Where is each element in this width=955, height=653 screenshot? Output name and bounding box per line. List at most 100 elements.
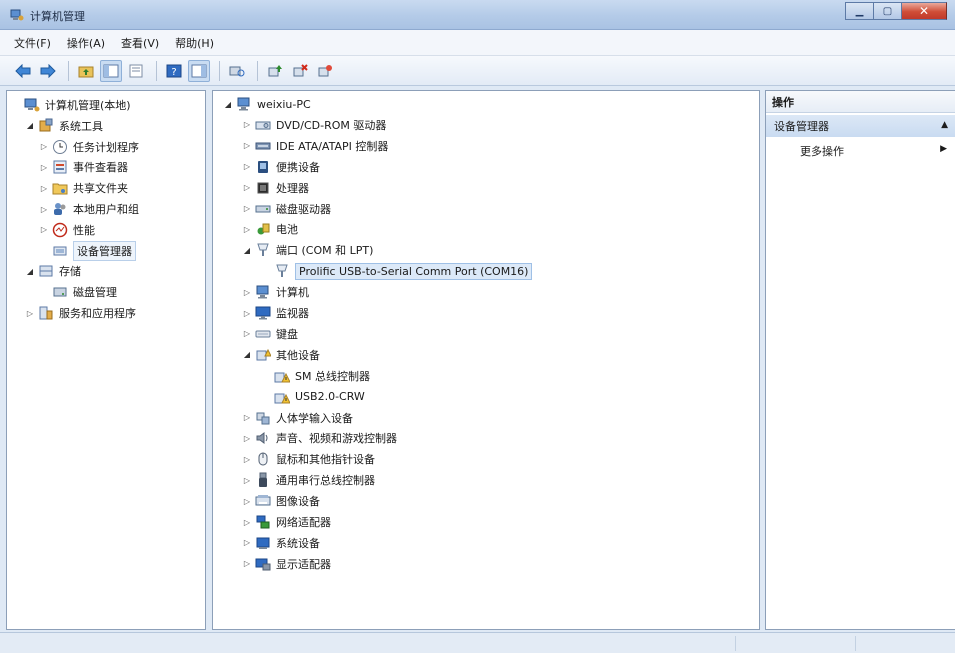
toolbar-separator: [219, 60, 220, 81]
expanded-arrow-icon[interactable]: ◢: [25, 121, 35, 130]
close-button[interactable]: ✕: [901, 2, 947, 20]
monitor-icon: [255, 305, 271, 321]
collapsed-arrow-icon[interactable]: ▷: [25, 309, 35, 318]
device-tree-item[interactable]: ▷ 显示适配器: [242, 554, 331, 574]
warning-device-icon: [274, 368, 290, 384]
console-tree-label: 事件查看器: [73, 161, 128, 175]
svg-text:?: ?: [171, 67, 176, 78]
collapsed-arrow-icon[interactable]: ▷: [242, 413, 252, 422]
collapsed-arrow-icon[interactable]: ▷: [39, 225, 49, 234]
collapse-caret-icon[interactable]: ▲: [941, 120, 948, 130]
console-tree-item[interactable]: 磁盘管理: [39, 282, 117, 302]
menu-action[interactable]: 操作(A): [67, 35, 105, 51]
console-tree-item[interactable]: 计算机管理(本地): [11, 95, 131, 115]
device-tree-item[interactable]: ▷ 电池: [242, 219, 298, 239]
device-tree-item[interactable]: ▷ 系统设备: [242, 533, 320, 553]
console-tree-item[interactable]: 设备管理器: [39, 240, 136, 261]
collapsed-arrow-icon[interactable]: ▷: [39, 163, 49, 172]
device-tree-item[interactable]: USB2.0-CRW: [261, 387, 365, 407]
console-tree-item[interactable]: ▷ 任务计划程序: [39, 137, 139, 157]
console-view-icon[interactable]: [188, 59, 210, 82]
collapsed-arrow-icon[interactable]: ▷: [242, 518, 252, 527]
computer-mgmt-icon: [24, 97, 40, 113]
console-tree-item[interactable]: ▷ 本地用户和组: [39, 199, 139, 219]
device-tree-item[interactable]: SM 总线控制器: [261, 366, 370, 386]
forward-icon[interactable]: [37, 60, 59, 82]
device-tree-item[interactable]: ▷ 通用串行总线控制器: [242, 470, 375, 490]
collapsed-arrow-icon[interactable]: ▷: [242, 288, 252, 297]
device-tree-item[interactable]: Prolific USB-to-Serial Comm Port (COM16): [261, 261, 533, 281]
actions-section-device-manager[interactable]: 设备管理器 ▲: [766, 115, 955, 137]
device-tree-item[interactable]: ▷ 计算机: [242, 282, 309, 302]
console-tree-item[interactable]: ▷ 服务和应用程序: [25, 303, 136, 323]
storage-icon: [38, 263, 54, 279]
device-tree-item[interactable]: ▷ 鼠标和其他指针设备: [242, 449, 375, 469]
console-tree-label: 存储: [59, 265, 81, 279]
collapsed-arrow-icon[interactable]: ▷: [242, 162, 252, 171]
console-tree-item[interactable]: ◢ 系统工具: [25, 116, 103, 136]
device-tree-item[interactable]: ▷ 监视器: [242, 303, 309, 323]
device-tree-item[interactable]: ◢ 其他设备: [242, 345, 320, 365]
expanded-arrow-icon[interactable]: ◢: [25, 267, 35, 276]
console-tree-item[interactable]: ▷ 事件查看器: [39, 157, 128, 177]
device-tree-item[interactable]: ▷ 磁盘驱动器: [242, 199, 331, 219]
submenu-arrow-icon[interactable]: ▶: [940, 144, 947, 154]
back-icon[interactable]: [12, 60, 34, 82]
device-tree-item[interactable]: ▷ 人体学输入设备: [242, 408, 353, 428]
collapsed-arrow-icon[interactable]: ▷: [242, 225, 252, 234]
device-tree-item[interactable]: ◢ 端口 (COM 和 LPT): [242, 240, 373, 260]
scan-hardware-icon[interactable]: [226, 60, 248, 82]
menu-help[interactable]: 帮助(H): [175, 35, 214, 51]
device-tree-item[interactable]: ▷ 便携设备: [242, 157, 320, 177]
users-icon: [52, 201, 68, 217]
collapsed-arrow-icon[interactable]: ▷: [39, 205, 49, 214]
device-tree-item[interactable]: ▷ 处理器: [242, 178, 309, 198]
device-tree-item[interactable]: ◢ weixiu-PC: [223, 94, 311, 114]
device-tree-item[interactable]: ▷ IDE ATA/ATAPI 控制器: [242, 136, 388, 156]
collapsed-arrow-icon[interactable]: ▷: [242, 141, 252, 150]
collapsed-arrow-icon[interactable]: ▷: [242, 476, 252, 485]
collapsed-arrow-icon[interactable]: ▷: [242, 120, 252, 129]
device-tree-label: 处理器: [276, 181, 309, 195]
console-tree-item[interactable]: ▷ 性能: [39, 220, 95, 240]
device-tree-item[interactable]: ▷ 图像设备: [242, 491, 320, 511]
collapsed-arrow-icon[interactable]: ▷: [39, 184, 49, 193]
show-hide-tree-icon[interactable]: [100, 59, 122, 82]
disable-icon[interactable]: [314, 60, 336, 82]
collapsed-arrow-icon[interactable]: ▷: [242, 559, 252, 568]
collapsed-arrow-icon[interactable]: ▷: [242, 183, 252, 192]
menu-view[interactable]: 查看(V): [121, 35, 159, 51]
collapsed-arrow-icon[interactable]: ▷: [242, 434, 252, 443]
expanded-arrow-icon[interactable]: ◢: [242, 350, 252, 359]
toolbar-separator: [257, 60, 258, 81]
collapsed-arrow-icon[interactable]: ▷: [242, 538, 252, 547]
status-segment: [855, 636, 955, 651]
display-adapter-icon: [255, 556, 271, 572]
device-tree-item[interactable]: ▷ 键盘: [242, 324, 298, 344]
collapsed-arrow-icon[interactable]: ▷: [242, 497, 252, 506]
collapsed-arrow-icon[interactable]: ▷: [39, 142, 49, 151]
console-tree-item[interactable]: ◢ 存储: [25, 261, 81, 281]
minimize-button[interactable]: ▁: [845, 2, 873, 20]
expanded-arrow-icon[interactable]: ◢: [242, 246, 252, 255]
console-tree-item[interactable]: ▷ 共享文件夹: [39, 178, 128, 198]
device-tree-label: 监视器: [276, 307, 309, 320]
console-tree-label: 性能: [73, 223, 95, 237]
battery-icon: [255, 221, 271, 237]
collapsed-arrow-icon[interactable]: ▷: [242, 309, 252, 318]
maximize-button[interactable]: ▢: [873, 2, 901, 20]
collapsed-arrow-icon[interactable]: ▷: [242, 329, 252, 338]
collapsed-arrow-icon[interactable]: ▷: [242, 204, 252, 213]
properties-icon[interactable]: [125, 60, 147, 82]
menu-file[interactable]: 文件(F): [14, 35, 51, 51]
device-tree-item[interactable]: ▷ 网络适配器: [242, 512, 331, 532]
uninstall-icon[interactable]: [289, 60, 311, 82]
device-tree-item[interactable]: ▷ 声音、视频和游戏控制器: [242, 428, 397, 448]
help-icon[interactable]: ?: [163, 60, 185, 82]
more-actions-item[interactable]: 更多操作: [800, 143, 844, 159]
expanded-arrow-icon[interactable]: ◢: [223, 100, 233, 109]
collapsed-arrow-icon[interactable]: ▷: [242, 455, 252, 464]
device-tree-item[interactable]: ▷ DVD/CD-ROM 驱动器: [242, 115, 386, 135]
update-driver-icon[interactable]: [264, 60, 286, 82]
up-folder-icon[interactable]: [75, 60, 97, 82]
